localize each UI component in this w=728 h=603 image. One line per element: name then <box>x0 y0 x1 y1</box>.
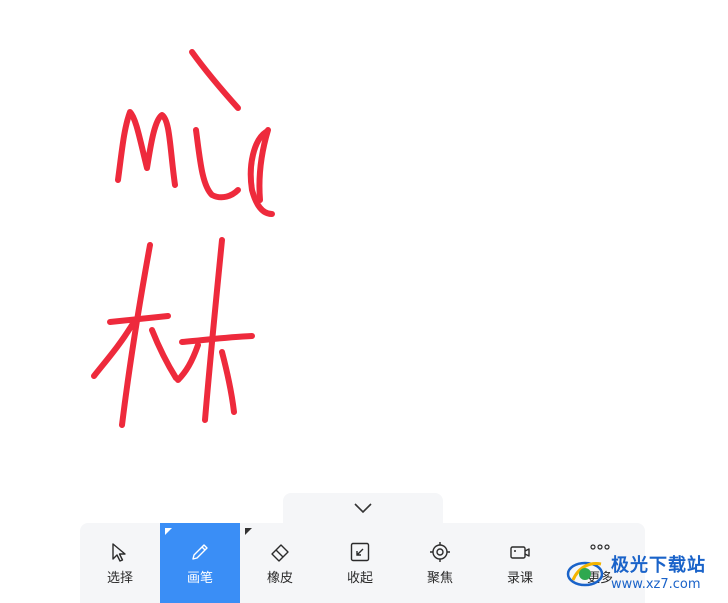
tool-minimize-button[interactable]: 收起 <box>320 523 400 603</box>
focus-target-icon <box>429 541 451 563</box>
tool-focus-button[interactable]: 聚焦 <box>400 523 480 603</box>
pen-icon <box>189 541 211 563</box>
ink-stroke <box>115 109 178 188</box>
cursor-arrow-icon <box>109 541 131 563</box>
more-dots-icon <box>589 541 611 563</box>
ink-stroke <box>179 333 255 345</box>
submenu-corner-indicator <box>245 528 252 535</box>
ink-stroke <box>91 322 135 379</box>
tool-label: 画笔 <box>186 571 213 586</box>
tool-label: 录课 <box>506 571 533 586</box>
eraser-icon <box>269 541 291 563</box>
tool-pen-button[interactable]: 画笔 <box>160 523 240 603</box>
tool-record-button[interactable]: 录课 <box>480 523 560 603</box>
ink-stroke <box>175 342 201 383</box>
tool-label: 橡皮 <box>266 571 293 586</box>
tool-label: 选择 <box>106 571 133 586</box>
tool-label: 更多 <box>586 571 613 586</box>
ink-stroke <box>202 237 225 423</box>
tool-label: 聚焦 <box>426 571 453 586</box>
ink-stroke <box>219 349 237 415</box>
ink-stroke <box>189 49 241 111</box>
tool-label: 收起 <box>346 571 373 586</box>
tool-select-button[interactable]: 选择 <box>80 523 160 603</box>
tool-more-button[interactable]: 更多 <box>560 523 640 603</box>
ink-stroke <box>193 127 241 201</box>
ink-stroke <box>149 327 179 381</box>
toolbar-collapse-button[interactable] <box>283 493 443 523</box>
minimize-icon <box>349 541 371 563</box>
chevron-down-icon <box>353 499 373 518</box>
tool-eraser-button[interactable]: 橡皮 <box>240 523 320 603</box>
video-camera-icon <box>509 541 531 563</box>
bottom-toolbar: 选择 画笔 橡皮 收起 聚焦 录课 更多 <box>80 523 645 603</box>
submenu-corner-indicator <box>165 528 172 535</box>
